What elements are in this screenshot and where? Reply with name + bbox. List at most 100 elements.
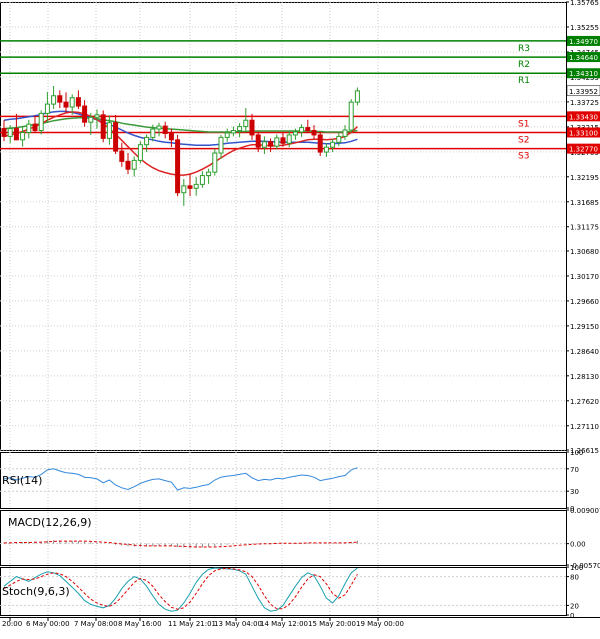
rsi-label: RSI(14) [2, 474, 42, 487]
stoch-tick-label: 20 [570, 602, 579, 610]
price-tick-label: 1.33725 [570, 99, 599, 107]
candle-body [181, 185, 187, 194]
candle-body [305, 127, 311, 132]
price-tick-label: 1.28130 [570, 373, 599, 381]
price-tick-label: 1.35255 [570, 24, 599, 32]
candle-body [75, 97, 81, 107]
rsi-tick-label: 30 [570, 488, 579, 496]
price-tick-label: 1.35765 [570, 0, 599, 7]
time-tick-label: 7 May 08:00 [74, 620, 118, 628]
candle-body [137, 144, 143, 161]
candle-body [131, 159, 137, 170]
level-price-label-s1: 1.33430 [569, 113, 598, 121]
candle-body [26, 123, 32, 133]
candle-body [13, 128, 19, 141]
time-tick-label: 20:00 [2, 620, 22, 628]
candle-body [156, 125, 162, 130]
rsi-tick-label: 100 [570, 449, 583, 457]
candle-body [354, 90, 360, 103]
time-tick-label: 14 May 12:00 [260, 620, 308, 628]
stoch-label: Stoch(9,6,3) [2, 585, 70, 598]
candle-body [125, 160, 131, 170]
level-name-r3: R3 [518, 44, 530, 54]
candle-body [206, 171, 212, 177]
macd-tick-label: 0.009007 [570, 507, 600, 515]
price-tick-label: 1.30170 [570, 273, 599, 281]
candle-body [82, 105, 88, 123]
candle-body [88, 116, 94, 123]
candle-body [94, 114, 100, 118]
stoch-tick-label: 100 [570, 564, 583, 572]
candle-body [286, 134, 292, 144]
chart-canvas: R3 R2 R1 S1 S2 S3 RSI(14) MACD(12,26,9) Stoch(9… [0, 0, 600, 628]
price-tick-label: 1.29150 [570, 323, 599, 331]
rsi-tick-label: 70 [570, 466, 579, 474]
price-tick-label: 1.31685 [570, 199, 599, 207]
time-tick-label: 15 May 20:00 [308, 620, 356, 628]
candle-body [311, 130, 317, 136]
candle-body [150, 128, 156, 138]
candle-body [348, 101, 354, 131]
time-tick-label: 8 May 16:00 [118, 620, 162, 628]
candle-body [274, 137, 280, 147]
time-tick-label: 11 May 21:01 [168, 620, 216, 628]
candle-body [175, 139, 181, 194]
stoch-panel-frame [0, 567, 567, 616]
candle-body [187, 185, 193, 189]
forex-chart: R3 R2 R1 S1 S2 S3 RSI(14) MACD(12,26,9) Stoch(9… [0, 0, 600, 635]
level-name-s2: S2 [518, 135, 529, 145]
candle-body [317, 134, 323, 153]
price-tick-label: 1.27110 [570, 423, 599, 431]
price-tick-label: 1.31175 [570, 224, 599, 232]
stoch-tick-label: 0 [570, 612, 574, 620]
candle-body [243, 119, 249, 128]
candle-body [268, 141, 274, 147]
candle-body [7, 128, 13, 137]
macd-label: MACD(12,26,9) [8, 516, 92, 529]
candle-body [255, 134, 261, 148]
time-tick-label: 6 May 00:00 [26, 620, 70, 628]
candle-body [330, 141, 336, 148]
candle-body [212, 152, 218, 173]
level-price-label-r3: 1.34970 [569, 38, 598, 46]
candle-body [69, 97, 75, 108]
last-price-label: 1.33952 [569, 88, 598, 96]
level-price-label-s3: 1.32770 [569, 146, 598, 154]
candle-body [199, 175, 205, 185]
time-tick-label: 19 May 00:00 [356, 620, 404, 628]
level-name-r1: R1 [518, 76, 530, 86]
level-name-s1: S1 [518, 119, 529, 129]
level-price-label-s2: 1.33100 [569, 129, 598, 137]
level-price-label-r1: 1.34310 [569, 70, 598, 78]
candle-body [20, 131, 26, 141]
candle-body [218, 136, 224, 154]
candle-body [119, 150, 125, 162]
ma-green-line [3, 117, 358, 133]
candle-body [280, 137, 286, 144]
candle-body [162, 125, 168, 134]
candle-body [230, 130, 236, 134]
candle-body [113, 122, 119, 152]
candle-body [292, 131, 298, 136]
candle-body [63, 101, 69, 108]
candle-body [237, 126, 243, 132]
candle-body [323, 146, 329, 153]
candle-body [261, 141, 267, 148]
time-tick-label: 13 May 04:00 [214, 620, 262, 628]
candle-body [1, 128, 7, 137]
candle-body [100, 114, 106, 139]
candle-body [249, 119, 255, 136]
candle-body [342, 129, 348, 137]
level-name-s3: S3 [518, 152, 529, 162]
price-tick-label: 1.27620 [570, 398, 599, 406]
candle-body [51, 95, 57, 105]
candle-body [299, 127, 305, 133]
candle-body [57, 95, 63, 103]
stoch-tick-label: 80 [570, 574, 579, 582]
rsi-panel-frame [0, 452, 567, 509]
price-tick-label: 1.29660 [570, 298, 599, 306]
level-name-r2: R2 [518, 60, 530, 70]
candle-body [32, 123, 38, 132]
candle-body [38, 112, 44, 132]
macd-tick-label: 0.00 [570, 541, 586, 549]
